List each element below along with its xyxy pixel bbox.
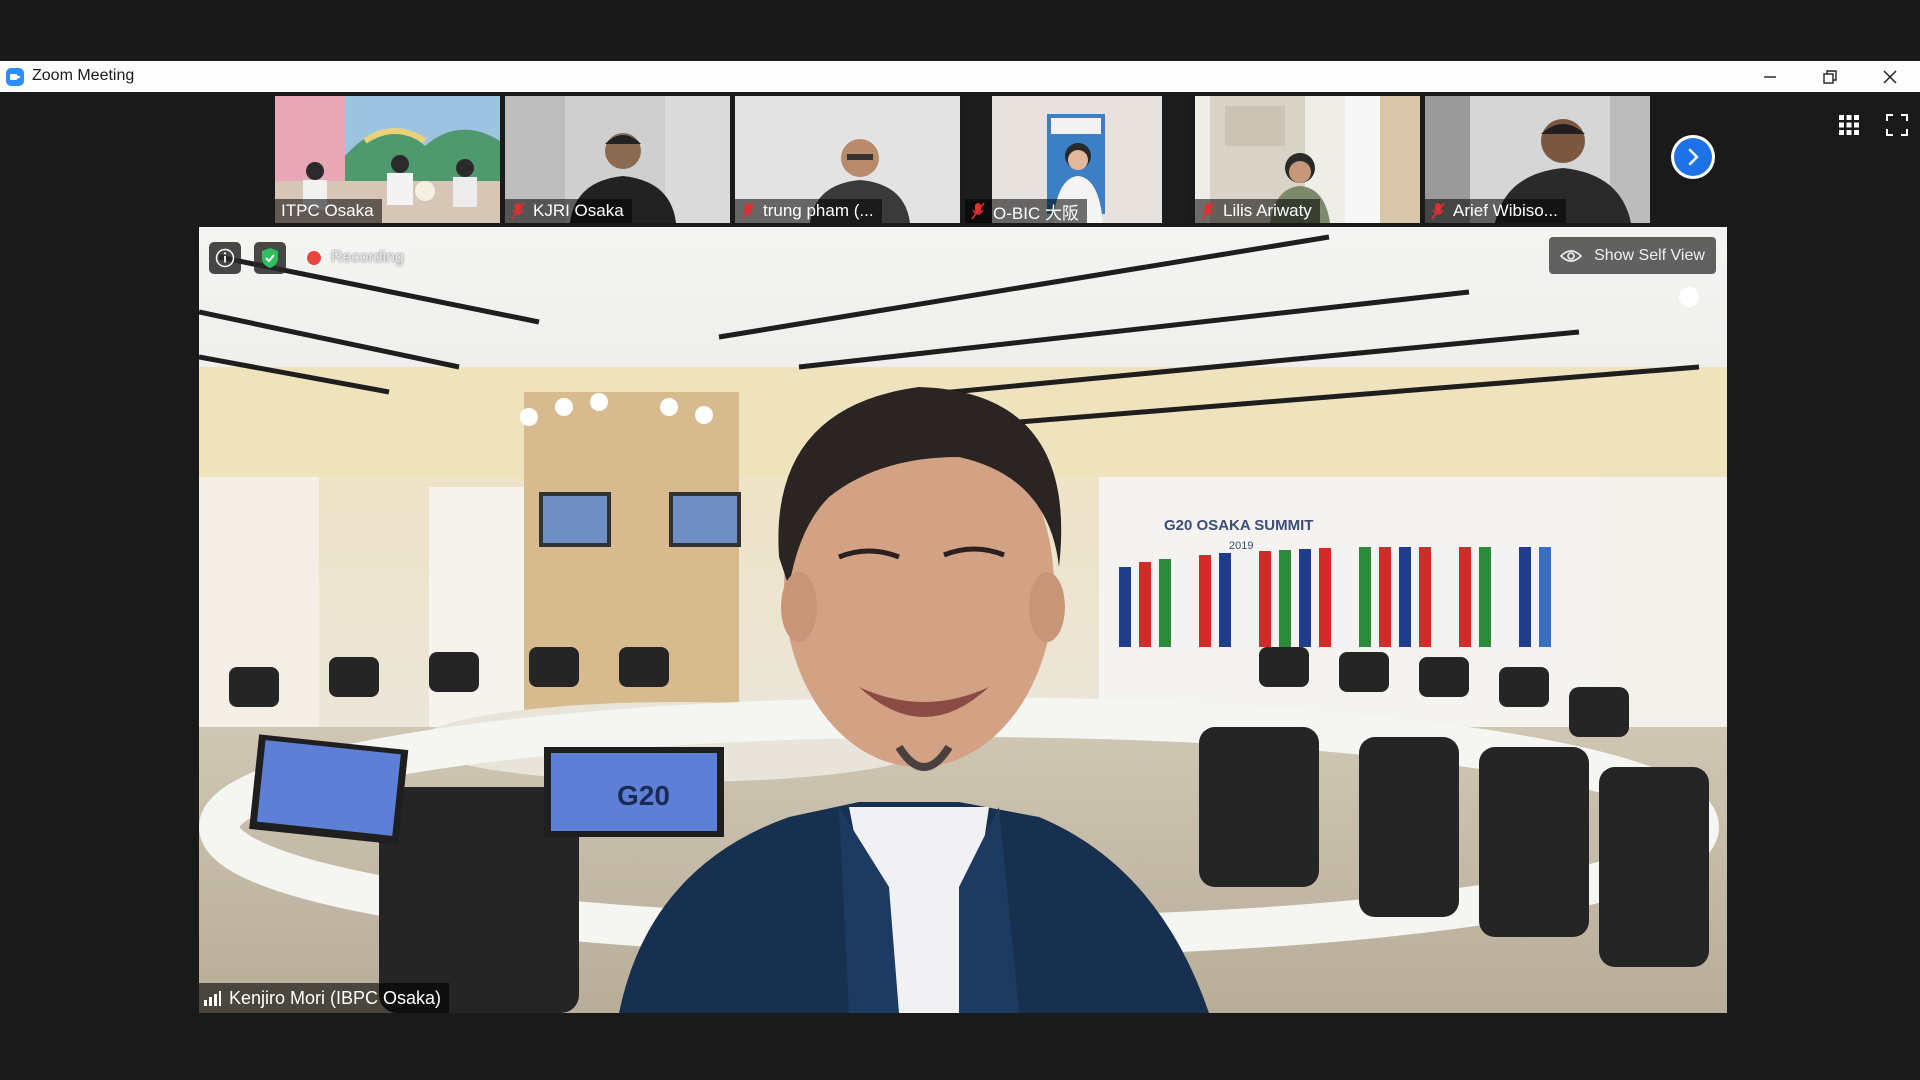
show-self-view-label: Show Self View <box>1594 246 1705 264</box>
show-self-view-button[interactable]: Show Self View <box>1549 237 1716 274</box>
meeting-area: ITPC Osaka KJRI Osaka trung pham (... O-… <box>0 92 1920 1080</box>
minimize-button[interactable] <box>1740 61 1800 92</box>
mic-off-icon <box>971 202 985 220</box>
info-icon <box>215 248 235 268</box>
info-button[interactable] <box>209 242 241 274</box>
fullscreen-button[interactable] <box>1886 114 1908 136</box>
screen-top-border <box>0 0 1920 61</box>
restore-icon <box>1823 69 1837 84</box>
active-speaker-video[interactable]: G20 OSAKA SUMMIT 2019 G20 Recording Show… <box>199 227 1727 1013</box>
participant-name: ITPC Osaka <box>275 199 382 223</box>
participant-tile[interactable]: trung pham (... <box>735 96 960 223</box>
participant-tile[interactable]: Arief Wibiso... <box>1425 96 1650 223</box>
grid-view-button[interactable] <box>1838 114 1860 136</box>
window-titlebar[interactable]: Zoom Meeting <box>0 61 1920 92</box>
fullscreen-icon <box>1886 114 1908 136</box>
mic-off-icon <box>511 202 525 220</box>
grid-view-icon <box>1839 115 1859 135</box>
recording-label: Recording <box>331 249 404 266</box>
backdrop-year: 2019 <box>1229 540 1253 552</box>
monitor-text: G20 <box>617 780 670 811</box>
participant-name: trung pham (... <box>735 199 882 223</box>
participant-tile[interactable]: KJRI Osaka <box>505 96 730 223</box>
recording-dot-icon <box>307 251 321 265</box>
eye-icon <box>1560 249 1583 262</box>
window-title: Zoom Meeting <box>32 67 135 84</box>
mic-off-icon <box>1431 202 1445 220</box>
close-button[interactable] <box>1860 61 1920 92</box>
backdrop-sign: G20 OSAKA SUMMIT <box>1164 517 1313 534</box>
restore-button[interactable] <box>1800 61 1860 92</box>
speaker-video-feed: G20 OSAKA SUMMIT 2019 G20 <box>199 227 1727 1013</box>
mic-off-icon <box>741 202 755 220</box>
close-icon <box>1883 69 1897 84</box>
participant-name: Lilis Ariwaty <box>1195 199 1320 223</box>
recording-indicator[interactable]: Recording <box>307 246 404 270</box>
chevron-right-icon <box>1674 138 1712 176</box>
minimize-icon <box>1764 75 1776 78</box>
signal-icon <box>204 991 221 1006</box>
shield-check-icon <box>262 248 278 268</box>
participant-name: Arief Wibiso... <box>1425 199 1566 223</box>
speaker-name-tag: Kenjiro Mori (IBPC Osaka) <box>199 983 450 1013</box>
security-button[interactable] <box>254 242 286 274</box>
participant-name: KJRI Osaka <box>505 199 632 223</box>
zoom-app-icon <box>6 68 24 86</box>
participant-name: O-BIC 大阪 <box>965 199 1087 223</box>
participant-tile[interactable]: ITPC Osaka <box>275 96 500 223</box>
participant-tile[interactable]: Lilis Ariwaty <box>1195 96 1420 223</box>
next-page-button[interactable] <box>1671 135 1715 179</box>
participant-tile[interactable]: O-BIC 大阪 <box>965 96 1190 223</box>
mic-off-icon <box>1201 202 1215 220</box>
speaker-name: Kenjiro Mori (IBPC Osaka) <box>229 987 442 1008</box>
